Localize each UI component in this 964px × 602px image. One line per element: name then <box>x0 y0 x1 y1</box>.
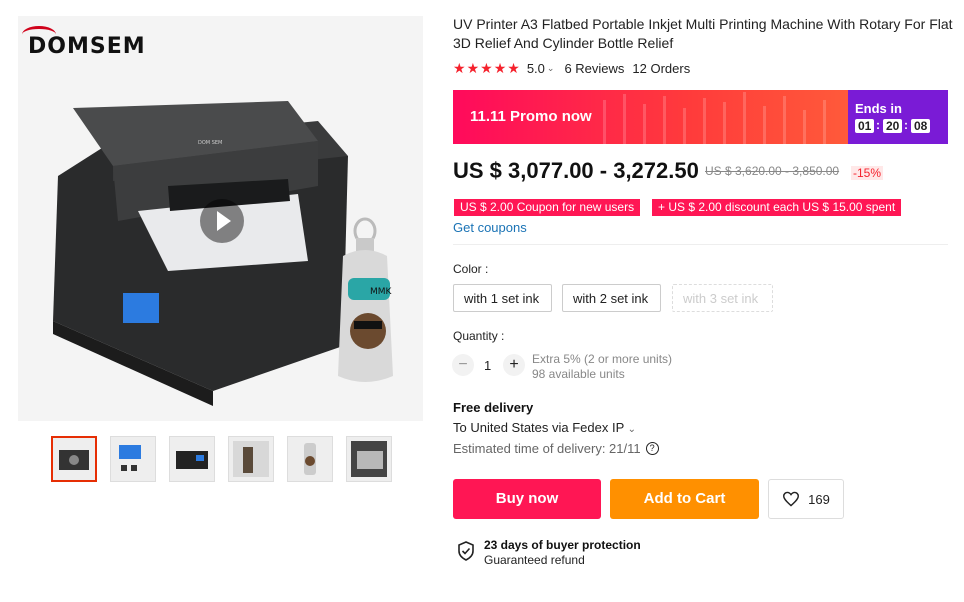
thumbnail-2[interactable] <box>110 436 156 482</box>
divider <box>453 244 948 245</box>
quantity-increase-button[interactable]: + <box>503 354 525 376</box>
available-units: 98 available units <box>532 367 625 381</box>
protection-title: 23 days of buyer protection <box>484 538 641 552</box>
thumbnail-1[interactable] <box>51 436 97 482</box>
countdown-separator: : <box>904 118 908 132</box>
add-to-cart-button[interactable]: Add to Cart <box>610 479 759 519</box>
chevron-down-icon[interactable]: ⌄ <box>628 424 636 435</box>
logo-swoosh-icon <box>22 26 56 43</box>
thumbnail-bottle-icon <box>304 443 316 475</box>
rating-value[interactable]: 5.0 <box>527 61 545 76</box>
orders-count: 12 Orders <box>632 61 691 76</box>
thumbnail-panel-icon <box>176 451 208 469</box>
thumbnail-screen-icon <box>119 445 141 471</box>
countdown-box <box>848 90 948 144</box>
color-label: Color : <box>453 262 489 276</box>
bottle-label: MMK <box>370 287 393 297</box>
heart-icon <box>783 491 800 507</box>
thumbnail-3[interactable] <box>169 436 215 482</box>
thumbnail-print-head-icon <box>233 441 269 477</box>
delivery-estimate-text: Estimated time of delivery: 21/11 <box>453 441 641 456</box>
get-coupons-link[interactable]: Get coupons <box>453 220 527 235</box>
delivery-title: Free delivery <box>453 400 534 415</box>
quantity-label: Quantity : <box>453 329 505 343</box>
protection-subtitle: Guaranteed refund <box>484 553 585 567</box>
color-option-3: with 3 set ink <box>672 284 773 312</box>
star-icon: ★ <box>480 60 493 76</box>
current-price: US $ 3,077.00 - 3,272.50 <box>453 158 699 183</box>
star-icon: ★ <box>466 60 480 76</box>
reviews-link[interactable]: 6 Reviews <box>564 61 624 76</box>
countdown-hours: 01 <box>855 119 875 133</box>
countdown-minutes: 20 <box>883 119 903 133</box>
wishlist-count: 169 <box>808 491 830 507</box>
thumbnail-sample-icon <box>351 441 387 477</box>
buy-now-button[interactable]: Buy now <box>453 479 601 519</box>
product-title: UV Printer A3 Flatbed Portable Inkjet Mu… <box>453 16 953 51</box>
thumbnail-4[interactable] <box>228 436 274 482</box>
thumbnail-printer-icon <box>59 450 89 470</box>
quantity-value[interactable]: 1 <box>484 358 491 373</box>
delivery-estimate: Estimated time of delivery: 21/11 ? <box>453 441 659 456</box>
chevron-down-icon[interactable]: ⌄ <box>547 63 555 74</box>
brand-logo: DOMSEM <box>22 26 146 59</box>
shield-icon <box>458 541 474 561</box>
color-option-2[interactable]: with 2 set ink <box>562 284 661 312</box>
play-video-icon[interactable] <box>200 199 244 243</box>
star-icon: ★ <box>453 60 466 76</box>
wishlist-button[interactable]: 169 <box>768 479 844 519</box>
countdown-separator: : <box>876 118 880 132</box>
discount-badge: -15% <box>851 166 884 180</box>
promo-text: 11.11 Promo now <box>470 108 592 125</box>
delivery-route-text[interactable]: To United States via Fedex IP <box>453 420 624 435</box>
countdown-seconds: 08 <box>911 119 931 133</box>
rating-row: ★ ★ ★ ★ ★ 5.0 ⌄ 6 Reviews 12 Orders <box>453 60 690 77</box>
quantity-decrease-button[interactable]: − <box>452 354 474 376</box>
quantity-note: Extra 5% (2 or more units) <box>532 352 673 366</box>
color-option-1[interactable]: with 1 set ink <box>453 284 552 312</box>
coupon-discount[interactable]: + US $ 2.00 discount each US $ 15.00 spe… <box>652 199 902 216</box>
coupon-new-users[interactable]: US $ 2.00 Coupon for new users <box>454 199 641 216</box>
thumbnail-6[interactable] <box>346 436 392 482</box>
help-icon[interactable]: ? <box>645 442 659 455</box>
countdown-label: Ends in <box>855 101 902 116</box>
printer-label: DOM SEM <box>198 140 222 146</box>
original-price: US $ 3,620.00 - 3,850.00 <box>705 164 840 178</box>
delivery-route[interactable]: To United States via Fedex IP ⌄ <box>453 420 636 435</box>
star-icon: ★ <box>493 60 507 76</box>
thumbnail-5[interactable] <box>287 436 333 482</box>
star-icon: ★ <box>507 60 520 76</box>
